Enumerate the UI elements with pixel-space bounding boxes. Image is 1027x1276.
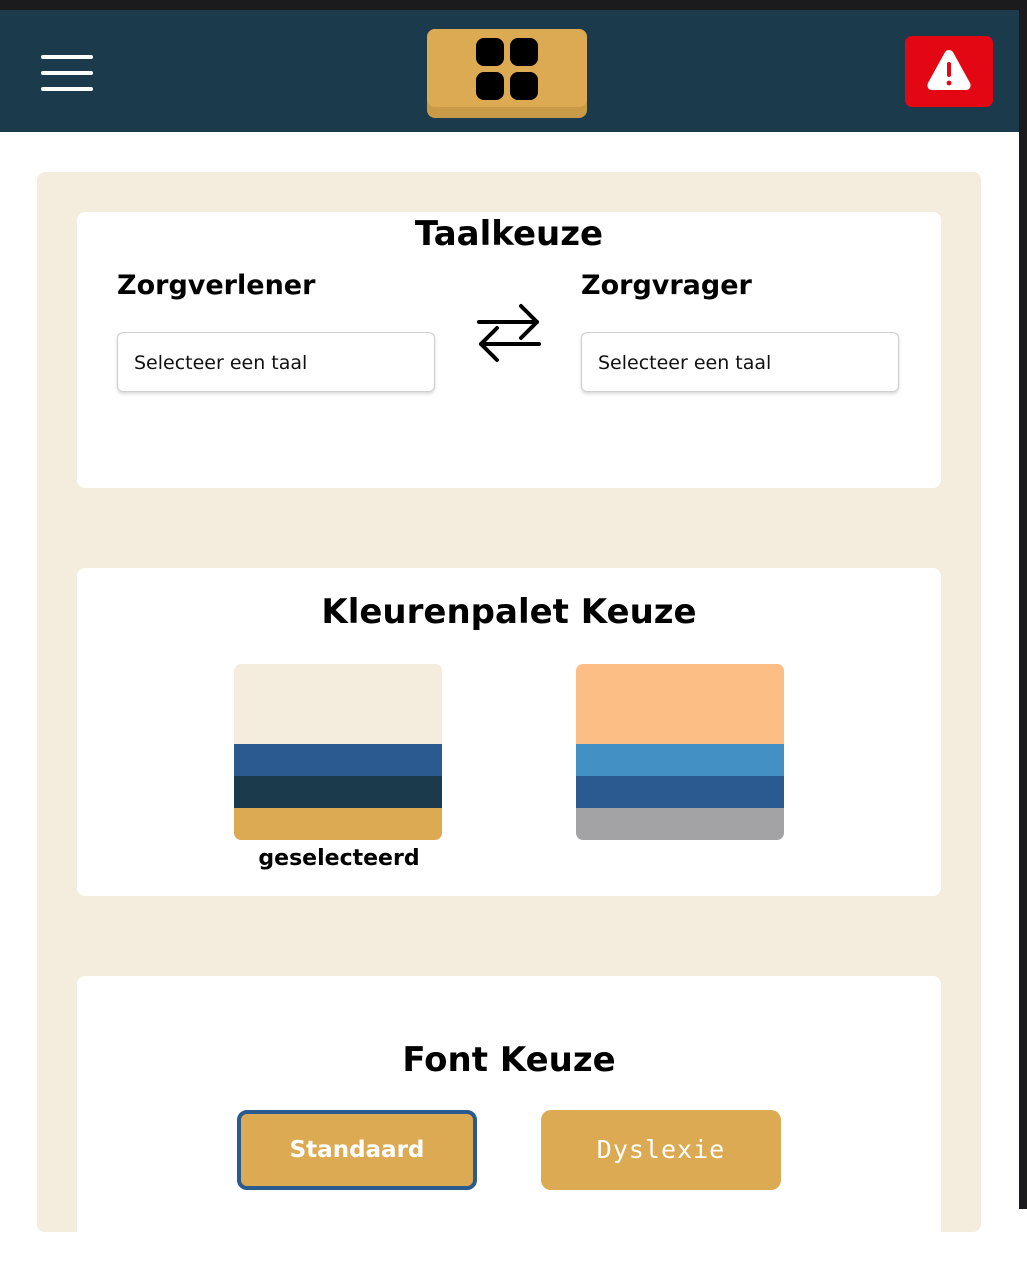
client-language-select[interactable]: Selecteer een taal — [581, 332, 899, 392]
palette-card: Kleurenpalet Keuze geselecteerd — [77, 568, 941, 896]
four-squares-grid-icon — [476, 38, 538, 100]
palette-option-1[interactable] — [234, 664, 442, 840]
caregiver-label: Zorgverlener — [117, 270, 316, 301]
hamburger-menu-icon[interactable] — [41, 55, 93, 91]
language-title: Taalkeuze — [414, 214, 604, 254]
language-card: Taalkeuze Zorgverlener Selecteer een taa… — [77, 212, 941, 488]
client-label: Zorgvrager — [581, 270, 752, 301]
selected-caption: geselecteerd — [258, 846, 420, 871]
app-header — [0, 10, 1019, 132]
palette-swatch — [576, 776, 784, 808]
font-standard-button[interactable]: Standaard — [237, 1110, 477, 1190]
palette-swatch — [234, 776, 442, 808]
home-button[interactable] — [427, 29, 587, 118]
palette-swatch — [234, 808, 442, 840]
emergency-alert-button[interactable] — [905, 36, 993, 107]
palette-swatch — [234, 744, 442, 776]
font-title: Font Keuze — [402, 1040, 616, 1080]
swap-arrows-icon[interactable] — [475, 296, 543, 364]
palette-title: Kleurenpalet Keuze — [321, 592, 697, 632]
window-top-bar — [0, 0, 1027, 10]
palette-swatch — [576, 744, 784, 776]
palette-option-2[interactable] — [576, 664, 784, 840]
palette-swatch — [576, 664, 784, 744]
font-dyslexie-button[interactable]: Dyslexie — [541, 1110, 781, 1190]
font-card: Font Keuze Standaard Dyslexie — [77, 976, 941, 1276]
palette-swatch — [576, 808, 784, 840]
caregiver-language-select[interactable]: Selecteer een taal — [117, 332, 435, 392]
palette-swatch — [234, 664, 442, 744]
warning-triangle-icon — [927, 50, 971, 90]
scrollbar-track[interactable] — [1019, 0, 1027, 1209]
settings-panel: Taalkeuze Zorgverlener Selecteer een taa… — [37, 172, 981, 1276]
